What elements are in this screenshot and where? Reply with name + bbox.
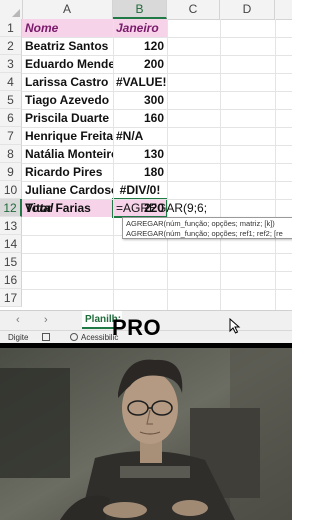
row-header[interactable]: 17 [0, 289, 22, 307]
select-all-corner[interactable] [0, 0, 23, 19]
formula-input-cell[interactable]: =AGREGAR(9;6; [113, 199, 263, 217]
row-header[interactable]: 15 [0, 253, 22, 271]
column-header-b[interactable]: B [113, 0, 167, 19]
header-janeiro-cell[interactable]: Janeiro [113, 19, 167, 37]
row-header-selected[interactable]: 12 [0, 199, 22, 217]
name-cell[interactable]: Tiago Azevedo [22, 91, 113, 109]
row-header[interactable]: 8 [0, 145, 22, 163]
macro-record-icon[interactable] [42, 333, 50, 341]
row-header[interactable]: 5 [0, 91, 22, 109]
row-header[interactable]: 7 [0, 127, 22, 145]
name-cell[interactable]: Ricardo Pires [22, 163, 113, 181]
meme-character-image [0, 348, 292, 520]
value-cell[interactable]: 130 [113, 145, 167, 163]
spreadsheet: A B C D 1 2 3 4 5 6 7 8 9 10 11 12 13 14… [0, 0, 292, 310]
header-nome-cell[interactable]: Nome [22, 19, 113, 37]
grid-line [275, 19, 276, 310]
chevron-left-icon[interactable]: ‹ [16, 314, 20, 326]
row-header[interactable]: 10 [0, 181, 22, 199]
name-cell[interactable]: Larissa Castro [22, 73, 113, 91]
name-cell[interactable]: Juliane Cardoso [22, 181, 113, 199]
grid-line [22, 289, 292, 290]
chevron-right-icon[interactable]: › [44, 314, 48, 326]
value-cell-error[interactable]: #DIV/0! [113, 181, 167, 199]
value-cell-error[interactable]: #N/A [113, 127, 167, 145]
column-header-a[interactable]: A [22, 0, 113, 19]
row-header[interactable]: 6 [0, 109, 22, 127]
grid-line [220, 19, 221, 310]
row-header[interactable]: 4 [0, 73, 22, 91]
value-cell-error[interactable]: #VALUE! [113, 73, 167, 91]
row-header[interactable]: 16 [0, 271, 22, 289]
value-cell[interactable]: 120 [113, 37, 167, 55]
accessibility-icon[interactable] [70, 333, 78, 341]
grid-line [22, 271, 292, 272]
value-cell[interactable]: 200 [113, 55, 167, 73]
meme-caption: PRO [112, 315, 162, 340]
column-header-d[interactable]: D [220, 0, 275, 19]
name-cell[interactable]: Eduardo Mendes [22, 55, 113, 73]
name-cell[interactable]: Natália Monteiro [22, 145, 113, 163]
tooltip-line-1[interactable]: AGREGAR(núm_função; opções; matriz; [k]) [126, 219, 292, 229]
function-tooltip[interactable]: AGREGAR(núm_função; opções; matriz; [k])… [122, 217, 292, 239]
total-label-cell[interactable]: Total [22, 199, 113, 217]
name-cell[interactable]: Priscila Duarte [22, 109, 113, 127]
row-header[interactable]: 3 [0, 55, 22, 73]
row-header[interactable]: 9 [0, 163, 22, 181]
name-cell[interactable]: Beatriz Santos [22, 37, 113, 55]
row-header[interactable]: 1 [0, 19, 22, 37]
row-header[interactable]: 2 [0, 37, 22, 55]
column-header-c[interactable]: C [167, 0, 220, 19]
value-cell[interactable]: 160 [113, 109, 167, 127]
column-header-row: A B C D [0, 0, 292, 20]
grid-line [167, 19, 168, 310]
value-cell[interactable]: 300 [113, 91, 167, 109]
grid-line [22, 253, 292, 254]
name-cell[interactable]: Henrique Freitas [22, 127, 113, 145]
row-header[interactable]: 13 [0, 217, 22, 235]
row-header[interactable]: 14 [0, 235, 22, 253]
tooltip-line-2[interactable]: AGREGAR(núm_função; opções; ref1; ref2; … [126, 229, 292, 238]
mouse-pointer-icon [229, 318, 241, 334]
value-cell[interactable]: 180 [113, 163, 167, 181]
